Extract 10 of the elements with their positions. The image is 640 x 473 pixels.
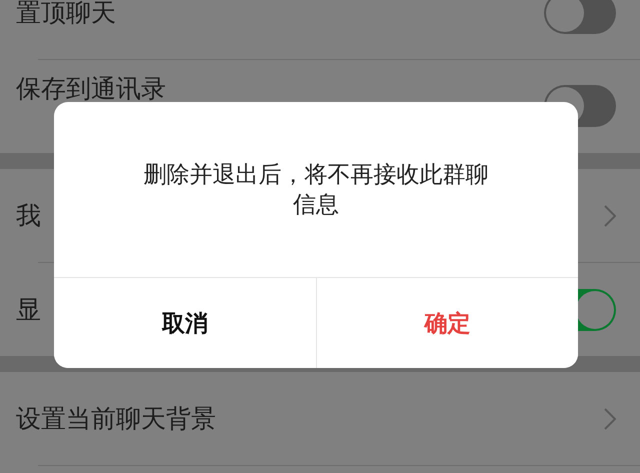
setting-label: 设置当前聊天背景 [16,404,216,434]
setting-label: 我 [16,200,41,230]
setting-label: 置顶聊天 [16,0,116,28]
dialog-message: 删除并退出后，将不再接收此群聊信息 [142,160,490,220]
setting-label: 显 [16,294,41,324]
chevron-right-icon [604,204,616,226]
chevron-right-icon [604,408,616,430]
toggle-switch[interactable] [544,0,616,34]
setting-label: 保存到通讯录 [16,74,166,104]
dialog-button[interactable]: 确定 [316,278,578,368]
